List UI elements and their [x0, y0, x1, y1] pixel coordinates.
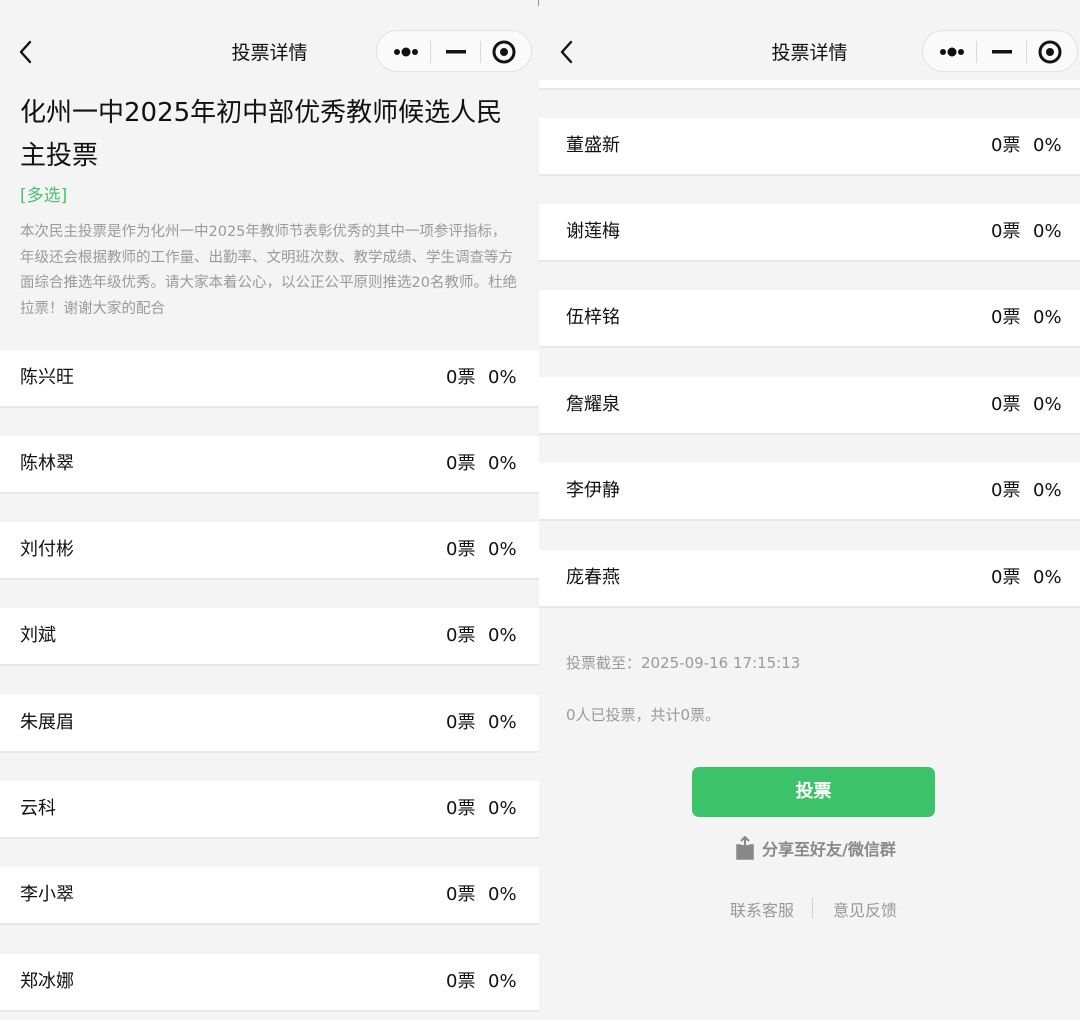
target-close-icon[interactable]: [1024, 31, 1076, 71]
nav-bar: 投票详情: [0, 0, 539, 100]
feedback-link[interactable]: 意见反馈: [833, 897, 897, 921]
share-icon: [736, 836, 754, 860]
left-screen: 投票详情 化州一中2025年初中部优秀教师候选人民主投票 [多选] 本次民主投票…: [0, 0, 539, 1020]
candidate-row[interactable]: 云科 0票 0%: [0, 781, 539, 839]
candidate-votes: 0票: [991, 221, 1021, 242]
candidate-row[interactable]: 李小翠 0票 0%: [0, 867, 539, 925]
vote-deadline: 投票截至：2025-09-16 17:15:13: [566, 654, 801, 672]
multi-select-tag: [多选]: [20, 186, 68, 206]
candidate-name: 陈兴旺: [20, 367, 74, 388]
candidate-percent: 0%: [488, 539, 517, 560]
vote-summary: 0人已投票，共计0票。: [566, 706, 721, 724]
candidate-percent: 0%: [1033, 221, 1062, 242]
candidate-row[interactable]: 董盛新 0票 0%: [539, 118, 1080, 176]
candidate-row[interactable]: 谢莲梅 0票 0%: [539, 204, 1080, 262]
candidate-votes: 0票: [446, 539, 476, 560]
candidate-votes: 0票: [991, 394, 1021, 415]
candidate-name: 朱展眉: [20, 712, 74, 733]
candidate-name: 刘斌: [20, 625, 56, 646]
right-screen: 投票详情 董盛新 0票 0% 谢莲梅 0票 0% 伍梓铭 0票 0% 詹耀泉 0…: [539, 0, 1080, 1020]
candidate-percent: 0%: [488, 884, 517, 905]
vote-button[interactable]: 投票: [692, 767, 935, 817]
more-dots-icon[interactable]: [379, 31, 431, 71]
candidate-votes: 0票: [446, 798, 476, 819]
candidate-votes: 0票: [446, 453, 476, 474]
candidate-percent: 0%: [1033, 135, 1062, 156]
contact-service-link[interactable]: 联系客服: [730, 897, 794, 921]
candidate-name: 云科: [20, 798, 56, 819]
candidate-row[interactable]: 朱展眉 0票 0%: [0, 695, 539, 753]
candidate-row[interactable]: 伍梓铭 0票 0%: [539, 290, 1080, 348]
candidate-percent: 0%: [1033, 480, 1062, 501]
candidate-votes: 0票: [446, 971, 476, 992]
candidate-name: 李伊静: [566, 480, 620, 501]
candidate-name: 董盛新: [566, 135, 620, 156]
candidate-votes: 0票: [446, 367, 476, 388]
candidate-percent: 0%: [488, 712, 517, 733]
vote-description: 本次民主投票是作为化州一中2025年教师节表彰优秀的其中一项参评指标，年级还会根…: [20, 224, 517, 317]
candidate-row[interactable]: 詹耀泉 0票 0%: [539, 377, 1080, 435]
candidate-votes: 0票: [991, 307, 1021, 328]
candidate-name: 陈林翠: [20, 453, 74, 474]
candidate-votes: 0票: [991, 567, 1021, 588]
candidate-percent: 0%: [488, 971, 517, 992]
candidate-percent: 0%: [1033, 307, 1062, 328]
candidate-percent: 0%: [1033, 394, 1062, 415]
candidate-row[interactable]: 李伊静 0票 0%: [539, 463, 1080, 521]
target-close-icon[interactable]: [478, 31, 530, 71]
candidate-name: 刘付彬: [20, 539, 74, 560]
candidate-percent: 0%: [488, 625, 517, 646]
candidate-name: 谢莲梅: [566, 221, 620, 242]
minimize-icon[interactable]: [976, 31, 1028, 71]
more-dots-icon[interactable]: [925, 31, 977, 71]
footer-divider: [812, 898, 813, 918]
minimize-icon[interactable]: [430, 31, 482, 71]
candidate-percent: 0%: [488, 798, 517, 819]
share-label: 分享至好友/微信群: [762, 840, 896, 859]
candidate-row[interactable]: 庞春燕 0票 0%: [539, 550, 1080, 608]
candidate-name: 詹耀泉: [566, 394, 620, 415]
candidate-percent: 0%: [488, 453, 517, 474]
candidate-votes: 0票: [446, 884, 476, 905]
candidate-name: 庞春燕: [566, 567, 620, 588]
candidate-name: 伍梓铭: [566, 307, 620, 328]
candidate-votes: 0票: [446, 712, 476, 733]
candidate-row[interactable]: 陈兴旺 0票 0%: [0, 350, 539, 408]
candidate-votes: 0票: [991, 480, 1021, 501]
candidate-votes: 0票: [991, 135, 1021, 156]
vote-title: 化州一中2025年初中部优秀教师候选人民主投票: [20, 98, 503, 171]
previous-row-edge: [539, 80, 1080, 90]
candidate-name: 郑冰娜: [20, 971, 74, 992]
candidate-votes: 0票: [446, 625, 476, 646]
candidate-row[interactable]: 刘付彬 0票 0%: [0, 522, 539, 580]
candidate-row[interactable]: 郑冰娜 0票 0%: [0, 954, 539, 1012]
mini-program-capsule: [376, 30, 532, 72]
candidate-name: 李小翠: [20, 884, 74, 905]
candidate-row[interactable]: 刘斌 0票 0%: [0, 608, 539, 666]
candidate-row[interactable]: 陈林翠 0票 0%: [0, 436, 539, 494]
mini-program-capsule: [922, 30, 1078, 72]
candidate-percent: 0%: [1033, 567, 1062, 588]
candidate-percent: 0%: [488, 367, 517, 388]
